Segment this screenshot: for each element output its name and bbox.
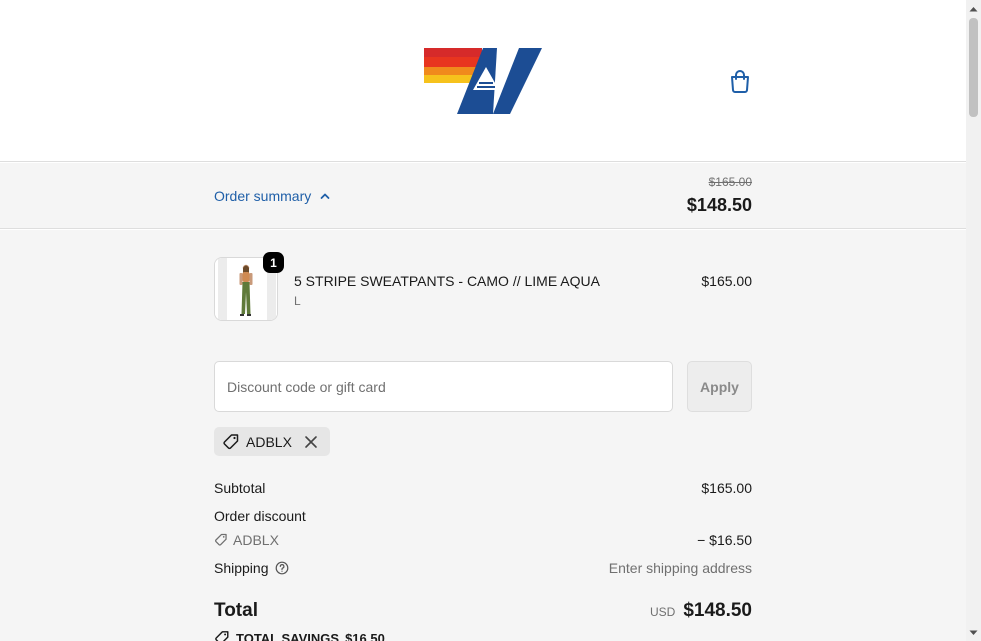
scrollbar-thumb[interactable] bbox=[969, 18, 978, 117]
total-currency: USD bbox=[649, 605, 676, 619]
brand-logo[interactable] bbox=[423, 46, 543, 116]
discount-code-input[interactable] bbox=[214, 361, 673, 412]
discount-value: − $16.50 bbox=[697, 532, 752, 548]
subtotal-value: $165.00 bbox=[701, 480, 752, 496]
help-circle-icon[interactable] bbox=[275, 561, 289, 575]
vertical-scrollbar[interactable] bbox=[966, 0, 981, 641]
header bbox=[0, 0, 966, 162]
close-icon[interactable] bbox=[302, 433, 320, 451]
shipping-label: Shipping bbox=[214, 560, 269, 576]
total-value: $148.50 bbox=[683, 600, 752, 621]
shopping-bag-icon[interactable] bbox=[728, 68, 752, 94]
tag-icon bbox=[223, 433, 239, 449]
totals-section: Subtotal $165.00 Order discount ADBLX − … bbox=[214, 480, 752, 641]
applied-discount-code: ADBLX bbox=[246, 433, 292, 450]
product-variant: L bbox=[294, 294, 301, 308]
subtotal-label: Subtotal bbox=[214, 480, 266, 496]
checkout-page: Order summary $165.00 $148.50 1 5 STRIPE… bbox=[0, 0, 966, 641]
tag-icon bbox=[215, 533, 227, 546]
order-summary-toggle[interactable]: Order summary bbox=[214, 188, 331, 204]
shipping-label-group: Shipping bbox=[214, 560, 289, 576]
apply-button[interactable]: Apply bbox=[687, 361, 752, 412]
quantity-badge: 1 bbox=[263, 252, 284, 273]
product-title: 5 STRIPE SWEATPANTS - CAMO // LIME AQUA bbox=[294, 273, 600, 289]
product-price: $165.00 bbox=[701, 273, 752, 289]
total-savings-value: $16.50 bbox=[345, 630, 385, 641]
discount-form: Apply bbox=[214, 361, 752, 412]
order-summary-content: 1 5 STRIPE SWEATPANTS - CAMO // LIME AQU… bbox=[0, 230, 966, 641]
discount-code-text: ADBLX bbox=[233, 532, 279, 548]
order-summary-bar: Order summary $165.00 $148.50 bbox=[0, 163, 966, 229]
total-amount: USD $148.50 bbox=[650, 600, 752, 622]
total-savings-label: TOTAL SAVINGS bbox=[236, 630, 340, 641]
line-item: 1 5 STRIPE SWEATPANTS - CAMO // LIME AQU… bbox=[214, 252, 752, 323]
scroll-down-arrow-icon[interactable] bbox=[966, 624, 981, 641]
order-summary-label: Order summary bbox=[214, 188, 312, 204]
total-savings: TOTAL SAVINGS $16.50 bbox=[214, 630, 385, 641]
total-label: Total bbox=[214, 600, 258, 621]
order-discount-label: Order discount bbox=[214, 508, 306, 524]
chevron-up-icon bbox=[320, 193, 330, 199]
tag-icon bbox=[215, 631, 229, 641]
discount-code-line: ADBLX bbox=[214, 532, 279, 548]
original-total: $165.00 bbox=[708, 175, 752, 189]
applied-discount-chip: ADBLX bbox=[214, 427, 330, 456]
shipping-value: Enter shipping address bbox=[608, 560, 752, 576]
summary-total: $148.50 bbox=[686, 195, 752, 215]
scroll-up-arrow-icon[interactable] bbox=[966, 0, 981, 17]
